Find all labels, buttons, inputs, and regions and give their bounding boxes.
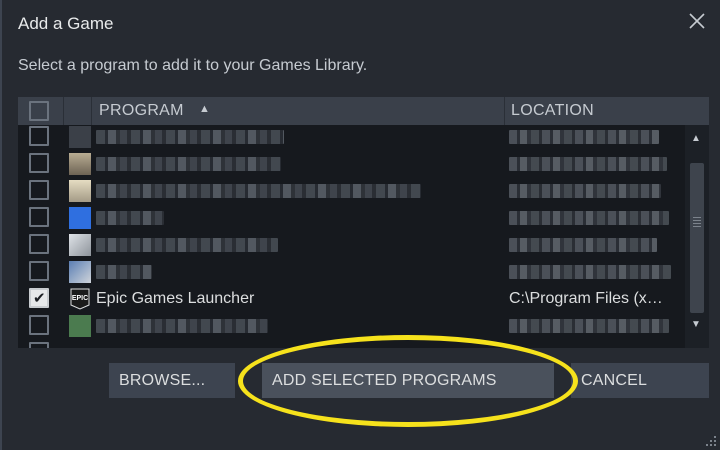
list-item[interactable]: ✔ xyxy=(18,339,685,348)
row-checkbox[interactable]: ✔ xyxy=(29,315,49,335)
close-icon[interactable] xyxy=(688,12,706,30)
svg-text:EPIC: EPIC xyxy=(72,295,88,302)
blurred-location xyxy=(509,238,657,252)
list-item[interactable]: ✔ xyxy=(18,312,685,339)
add-game-dialog: Add a Game Select a program to add it to… xyxy=(0,0,720,450)
blurred-location xyxy=(509,130,659,144)
blurred-location xyxy=(509,319,669,333)
row-checkbox[interactable]: ✔ xyxy=(29,261,49,281)
program-icon xyxy=(69,180,91,202)
scroll-up-arrow-icon[interactable]: ▲ xyxy=(691,133,701,144)
cancel-button[interactable]: CANCEL xyxy=(571,363,709,398)
list-scrollbar[interactable]: ▲ ▼ xyxy=(685,125,709,348)
blurred-location xyxy=(509,265,671,279)
program-location: C:\Program Files (x… xyxy=(509,290,663,307)
blurred-program-name xyxy=(96,211,164,225)
row-checkbox[interactable]: ✔ xyxy=(29,342,49,348)
program-icon xyxy=(69,261,91,283)
row-checkbox[interactable]: ✔ xyxy=(29,207,49,227)
dialog-title: Add a Game xyxy=(18,14,114,33)
sort-ascending-icon: ▲ xyxy=(199,103,210,115)
blurred-program-name xyxy=(96,130,284,144)
blurred-program-name xyxy=(96,238,278,252)
location-column-header[interactable]: LOCATION xyxy=(511,102,594,120)
dialog-subtitle: Select a program to add it to your Games… xyxy=(18,57,368,74)
program-icon xyxy=(69,153,91,175)
select-all-checkbox[interactable]: ✔ xyxy=(29,101,49,121)
program-column-header[interactable]: PROGRAM xyxy=(99,102,184,120)
list-item[interactable]: ✔ xyxy=(18,177,685,204)
resize-grip-icon[interactable] xyxy=(704,434,718,448)
blurred-program-name xyxy=(96,157,281,171)
program-icon xyxy=(69,207,91,229)
blurred-program-name xyxy=(96,184,421,198)
list-item[interactable]: ✔ xyxy=(18,258,685,285)
blurred-program-name xyxy=(96,265,152,279)
blurred-program-name xyxy=(96,319,268,333)
scroll-down-arrow-icon[interactable]: ▼ xyxy=(691,319,701,330)
program-name: Epic Games Launcher xyxy=(96,290,255,307)
list-item[interactable]: ✔ xyxy=(18,231,685,258)
list-header: ✔ PROGRAM ▲ LOCATION xyxy=(18,97,709,125)
list-item-epic-games-launcher[interactable]: ✔ EPIC Epic Games Launcher C:\Program Fi… xyxy=(18,285,685,312)
column-divider[interactable] xyxy=(504,97,505,125)
row-checkbox[interactable]: ✔ xyxy=(29,234,49,254)
blurred-location xyxy=(509,211,669,225)
blurred-location xyxy=(509,157,667,171)
select-all-cell: ✔ xyxy=(18,97,63,125)
list-item[interactable]: ✔ xyxy=(18,150,685,177)
program-list: ✔ PROGRAM ▲ LOCATION ✔ ✔ ✔ xyxy=(18,97,709,348)
row-checkbox[interactable]: ✔ xyxy=(29,153,49,173)
program-icon xyxy=(69,315,91,337)
row-checkbox[interactable]: ✔ xyxy=(29,288,49,308)
list-item[interactable]: ✔ xyxy=(18,204,685,231)
row-checkbox[interactable]: ✔ xyxy=(29,126,49,146)
epic-games-icon: EPIC xyxy=(70,288,90,310)
row-checkbox[interactable]: ✔ xyxy=(29,180,49,200)
browse-button[interactable]: BROWSE... xyxy=(109,363,235,398)
list-item[interactable]: ✔ xyxy=(18,123,685,150)
add-selected-programs-button[interactable]: ADD SELECTED PROGRAMS xyxy=(262,363,554,398)
program-icon xyxy=(69,126,91,148)
scroll-thumb[interactable] xyxy=(690,163,704,313)
blurred-location xyxy=(509,184,661,198)
program-icon xyxy=(69,234,91,256)
grip-icon xyxy=(693,217,701,227)
icon-column-header xyxy=(63,97,92,125)
